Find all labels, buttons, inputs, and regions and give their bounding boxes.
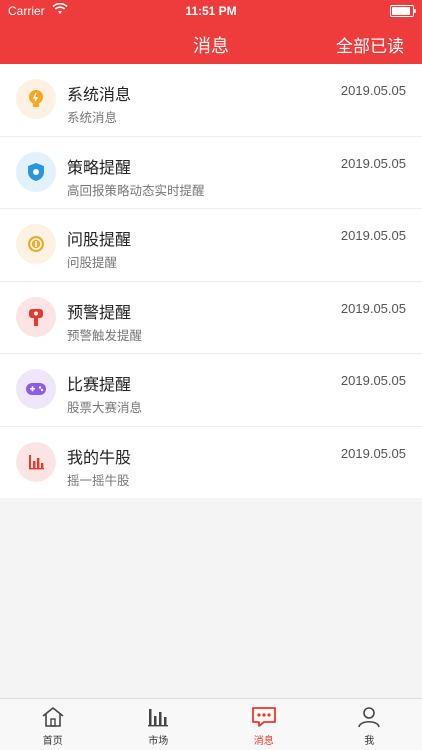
message-title: 我的牛股 [67,447,132,467]
status-time: 11:51 PM [185,4,237,18]
mark-all-read-button[interactable]: 全部已读 [336,32,404,57]
list-item[interactable]: 策略提醒 高回报策略动态实时提醒 2019.05.05 [0,137,422,209]
message-date: 2019.05.05 [340,155,406,171]
message-subtitle: 问股提醒 [67,255,118,270]
profile-icon [358,707,381,728]
message-date: 2019.05.05 [340,228,406,243]
message-title: 问股提醒 [67,230,132,249]
tab-bar: 首页 市场 消息 我 [0,698,422,750]
shield-icon [16,151,56,192]
battery-icon [390,5,416,17]
list-item[interactable]: 系统消息 系统消息 2019.05.05 [0,64,422,137]
message-subtitle: 预警触发提醒 [67,327,143,343]
message-date: 2019.05.05 [340,83,406,98]
message-icon [251,707,276,727]
list-item[interactable]: 问股提醒 问股提醒 2019.05.05 [0,209,422,282]
list-item[interactable]: 我的牛股 摇一摇牛股 2019.05.05 [0,427,422,499]
app-header: Carrier 11:51 PM 消息 全部已读 [0,0,422,64]
tab-label: 首页 [42,736,63,747]
home-icon [42,706,64,727]
tab-label: 消息 [253,736,274,747]
tab-home[interactable]: 首页 [0,699,106,750]
gamepad-icon [16,369,56,409]
tab-label: 市场 [148,736,169,747]
message-date: 2019.05.05 [340,300,406,316]
bar-chart-icon [16,441,56,482]
message-date: 2019.05.05 [340,445,406,461]
message-list: 系统消息 系统消息 2019.05.05 策略提醒 高回报策略动态实时提醒 20… [0,64,422,498]
message-subtitle: 摇一摇牛股 [67,472,130,488]
message-subtitle: 系统消息 [67,110,118,125]
coin-icon [16,224,56,264]
tab-profile[interactable]: 我 [317,699,422,750]
market-chart-icon [148,709,169,727]
message-title: 系统消息 [67,85,132,104]
list-item[interactable]: 预警提醒 预警触发提醒 2019.05.05 [0,282,422,354]
message-subtitle: 股票大赛消息 [67,400,143,415]
message-date: 2019.05.05 [340,373,406,388]
tab-market[interactable]: 市场 [106,699,212,750]
lightbulb-icon [16,79,56,119]
message-title: 预警提醒 [67,302,132,322]
message-title: 策略提醒 [67,157,132,177]
message-title: 比赛提醒 [67,375,132,394]
message-subtitle: 高回报策略动态实时提醒 [67,182,205,198]
status-bar: Carrier 11:51 PM [0,0,422,22]
tab-messages[interactable]: 消息 [211,699,317,750]
list-item[interactable]: 比赛提醒 股票大赛消息 2019.05.05 [0,354,422,427]
tab-label: 我 [364,736,375,747]
traffic-light-icon [16,296,56,337]
